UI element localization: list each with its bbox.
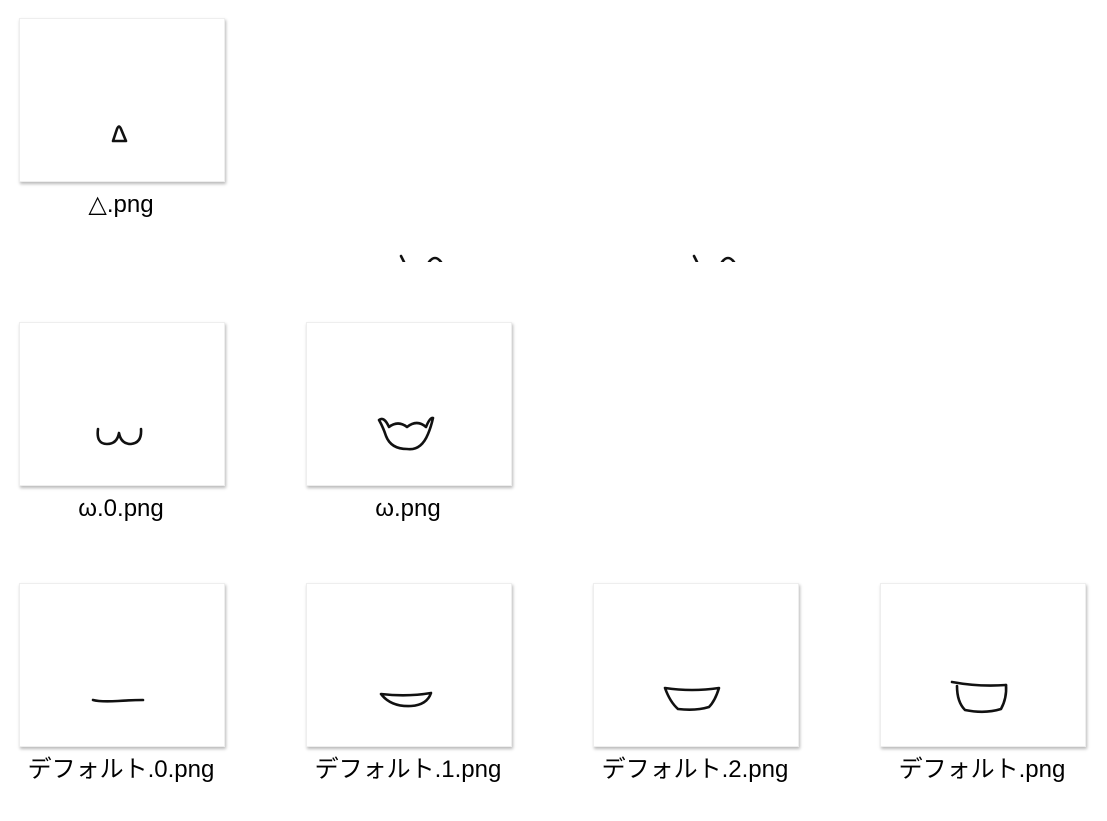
file-name-label: ω.png xyxy=(375,495,441,522)
file-name-label: △.png xyxy=(88,191,154,218)
file-item-triangle[interactable]: △.png xyxy=(0,18,287,248)
file-name-label: デフォルト.1.png xyxy=(314,756,502,783)
file-item-default-0[interactable]: デフォルト.0.png xyxy=(0,583,287,813)
default-mouth-medium-thumbnail-icon xyxy=(593,583,799,747)
default-mouth-open-thumbnail-icon xyxy=(880,583,1086,747)
file-item-default[interactable]: デフォルト.png xyxy=(861,583,1107,813)
clipped-thumbnail-row xyxy=(0,250,1107,262)
omega-mouth-thumbnail-icon xyxy=(19,322,225,486)
file-item-omega-0[interactable]: ω.0.png xyxy=(0,322,287,552)
omega-open-mouth-thumbnail-icon xyxy=(306,322,512,486)
triangle-mouth-thumbnail-icon xyxy=(19,18,225,182)
file-name-label: デフォルト.png xyxy=(898,756,1066,783)
default-mouth-small-thumbnail-icon xyxy=(306,583,512,747)
file-item-default-2[interactable]: デフォルト.2.png xyxy=(574,583,861,813)
file-name-label: デフォルト.0.png xyxy=(27,756,215,783)
file-item-default-1[interactable]: デフォルト.1.png xyxy=(287,583,574,813)
file-name-label: ω.0.png xyxy=(78,495,164,522)
file-name-label: デフォルト.2.png xyxy=(601,756,789,783)
default-mouth-line-thumbnail-icon xyxy=(19,583,225,747)
file-item-omega[interactable]: ω.png xyxy=(287,322,574,552)
